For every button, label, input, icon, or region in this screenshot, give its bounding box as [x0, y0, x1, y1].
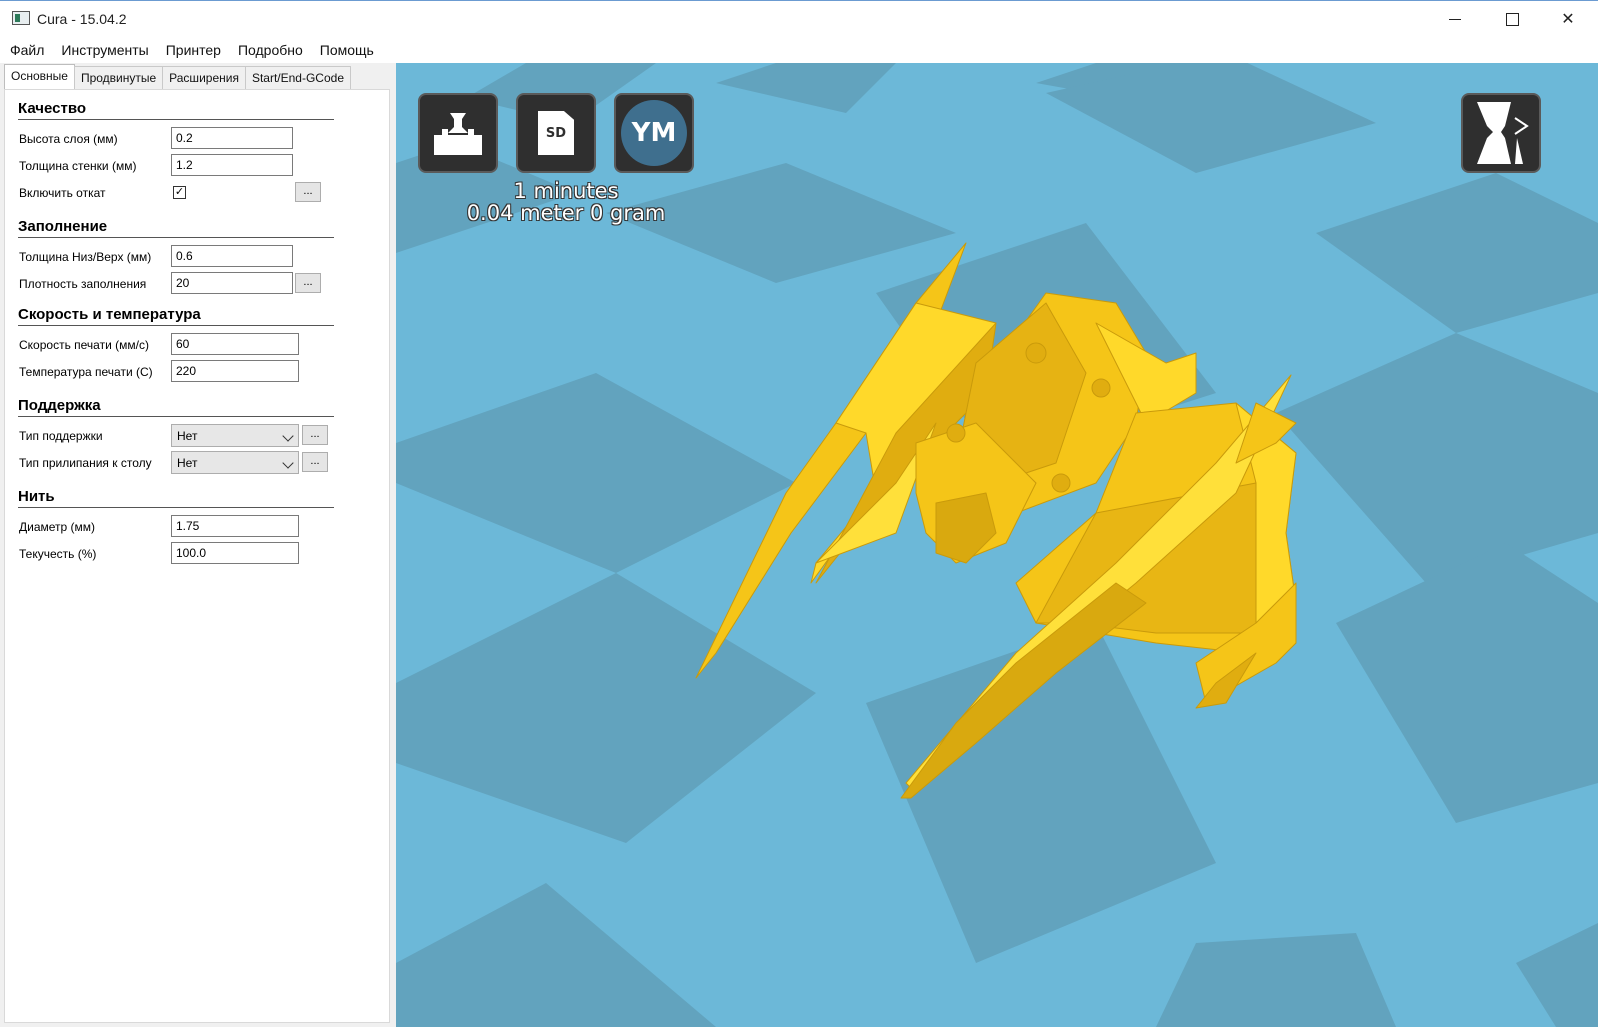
cura-app-icon	[12, 11, 30, 25]
menu-file[interactable]: Файл	[10, 37, 52, 63]
bottom-top-input[interactable]: 0.6	[171, 245, 293, 267]
settings-tabs: Основные Продвинутые Расширения Start/En…	[4, 64, 351, 91]
print-time-text: 1 minutes	[513, 179, 619, 203]
print-speed-input[interactable]: 60	[171, 333, 299, 355]
maximize-icon	[1505, 12, 1519, 26]
chevron-down-icon	[282, 457, 294, 469]
fill-density-more-button[interactable]: ...	[295, 273, 321, 293]
adhesion-more-button[interactable]: ...	[302, 452, 328, 472]
section-quality: Качество	[18, 100, 334, 120]
menu-expert[interactable]: Подробно	[238, 37, 311, 63]
sd-label: SD	[545, 125, 567, 141]
sd-card-icon: SD	[538, 111, 574, 155]
menu-bar: Файл Инструменты Принтер Подробно Помощь	[0, 37, 1598, 63]
shell-thickness-input[interactable]: 1.2	[171, 154, 293, 176]
layer-height-input[interactable]: 0.2	[171, 127, 293, 149]
print-speed-label: Скорость печати (мм/с)	[19, 338, 149, 352]
fill-density-label: Плотность заполнения	[19, 277, 147, 291]
shell-thickness-label: Толщина стенки (мм)	[19, 159, 137, 173]
section-speed-temperature: Скорость и температура	[18, 306, 334, 326]
close-button[interactable]: ✕	[1540, 1, 1596, 37]
support-type-value: Нет	[177, 429, 198, 443]
view-mode-icon	[1477, 102, 1529, 164]
adhesion-type-value: Нет	[177, 456, 198, 470]
save-to-sd-button[interactable]: SD	[516, 93, 596, 173]
basic-settings-page: Качество Высота слоя (мм) 0.2 Толщина ст…	[4, 89, 390, 1023]
menu-tools[interactable]: Инструменты	[61, 37, 156, 63]
menu-machine[interactable]: Принтер	[166, 37, 229, 63]
minimize-icon	[1449, 18, 1461, 20]
section-fill: Заполнение	[18, 218, 334, 238]
menu-help[interactable]: Помощь	[320, 37, 382, 63]
window-title: Cura - 15.04.2	[37, 11, 127, 27]
retraction-label: Включить откат	[19, 186, 106, 200]
adhesion-type-label: Тип прилипания к столу	[19, 456, 152, 470]
fill-density-input[interactable]: 20	[171, 272, 293, 294]
flow-input[interactable]: 100.0	[171, 542, 299, 564]
support-more-button[interactable]: ...	[302, 425, 328, 445]
layer-height-label: Высота слоя (мм)	[19, 132, 118, 146]
diameter-input[interactable]: 1.75	[171, 515, 299, 537]
print-temperature-input[interactable]: 220	[171, 360, 299, 382]
retraction-more-button[interactable]: ...	[295, 182, 321, 202]
print-temperature-label: Температура печати (C)	[19, 365, 153, 379]
chevron-down-icon	[282, 430, 294, 442]
youmagine-icon: YM	[621, 100, 687, 166]
section-filament: Нить	[18, 488, 334, 508]
minimize-button[interactable]	[1427, 1, 1483, 37]
retraction-checkbox[interactable]: ✓	[173, 186, 186, 199]
tab-advanced[interactable]: Продвинутые	[73, 66, 164, 91]
maximize-button[interactable]	[1484, 1, 1540, 37]
load-model-icon	[434, 113, 482, 155]
bottom-top-label: Толщина Низ/Верх (мм)	[19, 250, 152, 264]
section-support: Поддержка	[18, 397, 334, 417]
flow-label: Текучесть (%)	[19, 547, 97, 561]
tab-start-end-gcode[interactable]: Start/End-GCode	[244, 66, 351, 91]
load-model-button[interactable]	[418, 93, 498, 173]
print-material-text: 0.04 meter 0 gram	[466, 201, 666, 225]
view-mode-button[interactable]	[1461, 93, 1541, 173]
diameter-label: Диаметр (мм)	[19, 520, 96, 534]
settings-panel: Основные Продвинутые Расширения Start/En…	[0, 63, 396, 1027]
adhesion-type-select[interactable]: Нет	[171, 451, 299, 474]
title-bar: Cura - 15.04.2 ✕	[0, 0, 1598, 37]
ym-label: YM	[631, 118, 677, 148]
support-type-select[interactable]: Нет	[171, 424, 299, 447]
3d-viewport[interactable]: SD YM 1 minutes 0.04 meter 0 gram	[396, 63, 1598, 1027]
youmagine-button[interactable]: YM	[614, 93, 694, 173]
support-type-label: Тип поддержки	[19, 429, 103, 443]
tab-plugins[interactable]: Расширения	[162, 66, 246, 91]
close-icon: ✕	[1561, 11, 1575, 28]
tab-basic[interactable]: Основные	[4, 64, 75, 91]
